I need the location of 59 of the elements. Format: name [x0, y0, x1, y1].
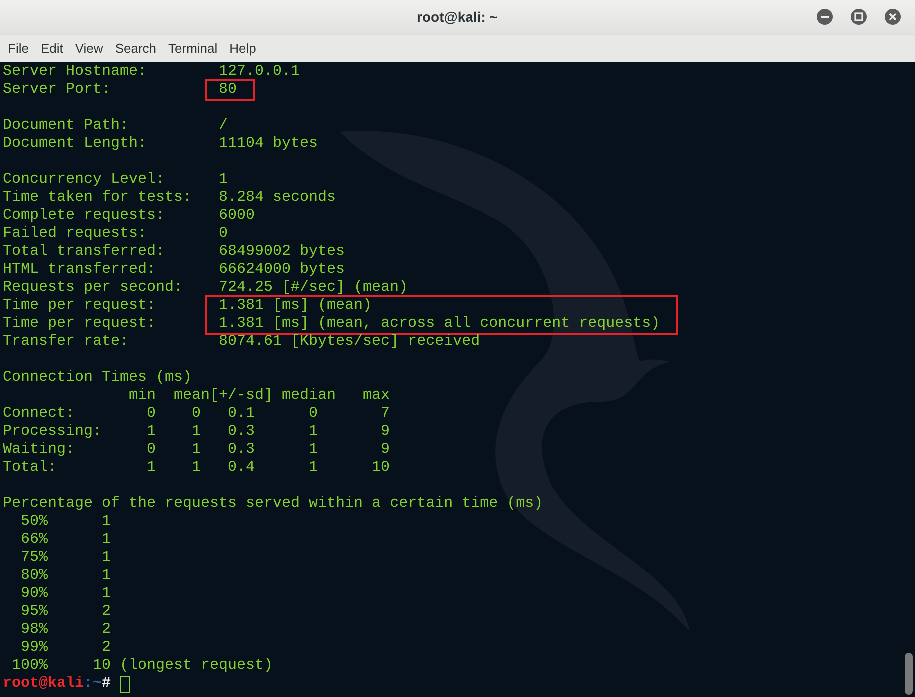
- field-label: Document Path:: [3, 117, 130, 134]
- field-label: Failed requests:: [3, 225, 148, 242]
- terminal-line: Connection Times (ms): [3, 369, 192, 386]
- field-value: 8074.61 [Kbytes/sec] received: [219, 333, 480, 350]
- field-value: 1.381 [ms] (mean, across all concurrent requests): [219, 315, 660, 332]
- field-label: Document Length:: [3, 135, 148, 152]
- maximize-icon: [851, 9, 867, 25]
- terminal-line: Waiting: 0 1 0.3 1 9: [3, 441, 390, 458]
- menu-item[interactable]: Search: [109, 38, 163, 58]
- minimize-icon: [817, 9, 833, 25]
- field-value: 8.284 seconds: [219, 189, 336, 206]
- field-label: Transfer rate:: [3, 333, 130, 350]
- terminal-line: Connect: 0 0 0.1 0 7: [3, 405, 390, 422]
- window-title: root@kali: ~: [417, 8, 498, 26]
- close-icon: [885, 9, 901, 25]
- field-label: Time per request:: [3, 315, 156, 332]
- field-label: Requests per second:: [3, 279, 184, 296]
- field-label: Server Port:: [3, 81, 112, 98]
- menu-item[interactable]: Edit: [34, 38, 70, 58]
- text-cursor: [120, 676, 130, 692]
- field-value: 6000: [219, 207, 256, 224]
- prompt-user-host: root@kali: [3, 675, 84, 693]
- terminal-line: 100% 10 (longest request): [11, 657, 274, 674]
- terminal-line: 80% 1: [20, 567, 112, 584]
- terminal-line: 50% 1: [20, 513, 112, 530]
- terminal-line: 95% 2: [20, 603, 112, 620]
- field-value: 66624000 bytes: [219, 261, 346, 278]
- prompt-symbol: #: [102, 675, 112, 693]
- field-value: 1: [219, 171, 228, 188]
- field-label: Concurrency Level:: [3, 171, 166, 188]
- field-value: 0: [219, 225, 228, 242]
- terminal-line: 90% 1: [20, 585, 112, 602]
- terminal-line: min mean[+/-sd] median max: [128, 387, 390, 404]
- terminal-line: 66% 1: [20, 531, 112, 548]
- terminal-line: Processing: 1 1 0.3 1 9: [3, 423, 390, 440]
- menu-item[interactable]: File: [2, 38, 35, 58]
- terminal-line: 98% 2: [20, 621, 112, 638]
- field-value: 1.381 [ms] (mean): [219, 297, 372, 314]
- field-value: 68499002 bytes: [219, 243, 346, 260]
- field-label: Time taken for tests:: [3, 189, 192, 206]
- field-label: Server Hostname:: [3, 63, 148, 80]
- terminal-line: 75% 1: [20, 549, 112, 566]
- field-value: 127.0.0.1: [219, 63, 300, 80]
- field-label: HTML transferred:: [3, 261, 156, 278]
- prompt-path: :~: [84, 675, 102, 693]
- field-label: Complete requests:: [3, 207, 166, 224]
- terminal-line: Percentage of the requests served within a certain time (ms): [3, 495, 544, 512]
- scrollbar[interactable]: [905, 653, 913, 695]
- field-label: Time per request:: [3, 297, 156, 314]
- field-value: 80: [219, 81, 238, 98]
- field-value: 724.25 [#/sec] (mean): [219, 279, 408, 296]
- menu-item[interactable]: Terminal: [162, 38, 224, 58]
- field-label: Total transferred:: [3, 243, 166, 260]
- terminal-line: Total: 1 1 0.4 1 10: [3, 459, 390, 476]
- field-value: 11104 bytes: [219, 135, 318, 152]
- terminal-line: 99% 2: [20, 639, 112, 656]
- field-value: /: [219, 117, 228, 134]
- menu-item[interactable]: Help: [224, 38, 262, 58]
- menu-item[interactable]: View: [69, 38, 110, 58]
